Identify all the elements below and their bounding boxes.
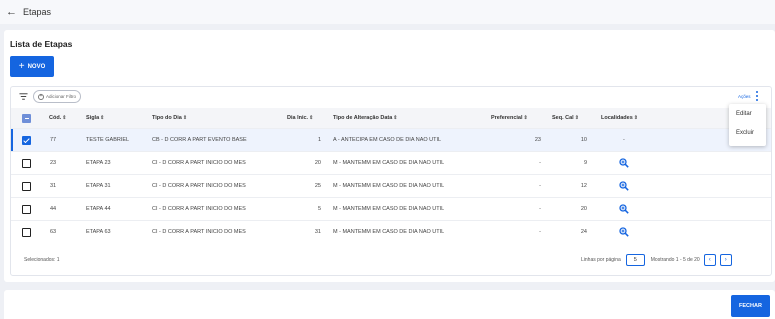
sort-icon: ⇕ xyxy=(62,115,67,121)
cell-preferencial: - xyxy=(539,229,541,235)
plus-icon: + xyxy=(18,60,25,72)
cell-seq-cal: 10 xyxy=(580,137,587,143)
column-header-localidades[interactable]: Localidades⇕ xyxy=(601,115,638,121)
table-row[interactable]: 31 ETAPA 31 CI - D CORR A PART INICIO DO… xyxy=(11,174,771,197)
row-checkbox[interactable] xyxy=(22,205,31,214)
cell-cod: 77 xyxy=(50,137,57,143)
kebab-menu-icon[interactable] xyxy=(755,91,759,101)
add-filter-label: Adicionar Filtro xyxy=(46,94,77,99)
row-checkbox[interactable] xyxy=(22,136,31,145)
cell-tipo-alteracao: M - MANTEMM EM CASO DE DIA NAO UTIL xyxy=(333,160,445,166)
page-title: Etapas xyxy=(23,7,52,17)
selected-count: Selecionados: 1 xyxy=(24,257,60,263)
cell-cod: 23 xyxy=(50,160,57,166)
cell-seq-cal: 24 xyxy=(580,229,587,235)
column-header-cod[interactable]: Cód.⇕ xyxy=(49,115,66,121)
cell-sigla: ETAPA 31 xyxy=(86,183,111,189)
rows-per-page-label: Linhas por página xyxy=(581,256,621,263)
cell-dia-inic: 5 xyxy=(317,206,321,212)
zoom-in-icon[interactable] xyxy=(619,227,629,237)
sort-icon: ⇕ xyxy=(574,115,579,121)
cell-dia-inic: 25 xyxy=(314,183,321,189)
list-card: Lista de Etapas + NOVO + Adicionar Filtr… xyxy=(4,30,775,282)
sort-icon: ⇕ xyxy=(523,115,528,121)
filter-bar: + Adicionar Filtro Ações xyxy=(11,87,771,107)
pagination-range: Mostrando 1 - 5 de 20 xyxy=(650,256,700,263)
cell-preferencial: 23 xyxy=(534,137,541,143)
cell-tipo-dia: CI - D CORR A PART INICIO DO MES xyxy=(152,229,246,235)
cell-tipo-alteracao: M - MANTEMM EM CASO DE DIA NAO UTIL xyxy=(333,206,445,212)
cell-tipo-dia: CI - D CORR A PART INICIO DO MES xyxy=(152,183,246,189)
column-header-tipo-alteracao[interactable]: Tipo de Alteração Data⇕ xyxy=(333,115,398,121)
column-header-seq-cal[interactable]: Seq. Cal⇕ xyxy=(552,115,579,121)
column-header-dia-inic[interactable]: Dia Inic.⇕ xyxy=(287,115,313,121)
filter-icon[interactable] xyxy=(19,92,28,101)
sort-icon: ⇕ xyxy=(309,115,314,121)
cell-cod: 44 xyxy=(50,206,57,212)
cell-preferencial: - xyxy=(539,160,541,166)
pagination: Linhas por página 5 Mostrando 1 - 5 de 2… xyxy=(581,253,732,266)
top-bar: ← Etapas xyxy=(0,0,775,24)
new-button[interactable]: + NOVO xyxy=(10,56,54,77)
row-checkbox[interactable] xyxy=(22,228,31,237)
column-header-sigla[interactable]: Sigla⇕ xyxy=(86,115,104,121)
bottom-bar: FECHAR xyxy=(4,290,775,319)
selected-row-indicator xyxy=(11,129,13,151)
cell-tipo-alteracao: M - MANTEMM EM CASO DE DIA NAO UTIL xyxy=(333,229,445,235)
prev-page-button[interactable]: ‹ xyxy=(703,253,716,266)
cell-tipo-dia: CI - D CORR A PART INICIO DO MES xyxy=(152,160,246,166)
actions-label[interactable]: Ações xyxy=(738,94,751,99)
zoom-in-icon[interactable] xyxy=(619,158,629,168)
cell-preferencial: - xyxy=(539,183,541,189)
cell-cod: 31 xyxy=(50,183,57,189)
add-circle-icon: + xyxy=(38,93,44,100)
actions-menu: Editar Excluir xyxy=(729,104,766,146)
table-row[interactable]: 23 ETAPA 23 CI - D CORR A PART INICIO DO… xyxy=(11,151,771,174)
cell-dia-inic: 20 xyxy=(314,160,321,166)
close-button[interactable]: FECHAR xyxy=(731,295,770,317)
rows-per-page-select[interactable]: 5 xyxy=(625,253,645,266)
data-table: + Adicionar Filtro Ações Cód.⇕ Sigla⇕ Ti… xyxy=(10,86,772,276)
table-row[interactable]: 77 TESTE GABRIEL CB - D CORR A PART EVEN… xyxy=(11,128,771,151)
sort-icon: ⇕ xyxy=(633,115,638,121)
table-row[interactable]: 44 ETAPA 44 CI - D CORR A PART INICIO DO… xyxy=(11,197,771,220)
cell-seq-cal: 12 xyxy=(580,183,587,189)
next-page-button[interactable]: › xyxy=(719,253,732,266)
cell-tipo-dia: CB - D CORR A PART EVENTO BASE xyxy=(152,137,247,143)
cell-tipo-alteracao: A - ANTECIPA EM CASO DE DIA NAO UTIL xyxy=(333,137,442,143)
table-header: Cód.⇕ Sigla⇕ Tipo do Dia⇕ Dia Inic.⇕ Tip… xyxy=(11,108,771,128)
cell-dia-inic: 1 xyxy=(317,137,321,143)
cell-sigla: ETAPA 23 xyxy=(86,160,111,166)
zoom-in-icon[interactable] xyxy=(619,181,629,191)
zoom-in-icon[interactable] xyxy=(619,204,629,214)
row-checkbox[interactable] xyxy=(22,182,31,191)
cell-tipo-dia: CI - D CORR A PART INICIO DO MES xyxy=(152,206,246,212)
menu-item-delete[interactable]: Excluir xyxy=(736,130,754,136)
add-filter-button[interactable]: + Adicionar Filtro xyxy=(33,90,82,103)
list-title: Lista de Etapas xyxy=(10,39,73,49)
column-header-tipo-dia[interactable]: Tipo do Dia⇕ xyxy=(152,115,187,121)
sort-icon: ⇕ xyxy=(182,115,188,121)
new-button-label: NOVO xyxy=(27,63,46,70)
table-row[interactable]: 63 ETAPA 63 CI - D CORR A PART INICIO DO… xyxy=(11,220,771,243)
select-all-checkbox[interactable] xyxy=(22,114,31,123)
column-header-preferencial[interactable]: Preferencial⇕ xyxy=(491,115,528,121)
menu-item-edit[interactable]: Editar xyxy=(736,111,752,117)
sort-icon: ⇕ xyxy=(393,115,398,121)
cell-sigla: TESTE GABRIEL xyxy=(86,137,130,143)
cell-sigla: ETAPA 44 xyxy=(86,206,111,212)
cell-seq-cal: 20 xyxy=(580,206,587,212)
arrow-left-icon[interactable]: ← xyxy=(6,6,17,18)
row-checkbox[interactable] xyxy=(22,159,31,168)
cell-cod: 63 xyxy=(50,229,57,235)
cell-sigla: ETAPA 63 xyxy=(86,229,111,235)
cell-dia-inic: 31 xyxy=(314,229,321,235)
cell-seq-cal: 9 xyxy=(583,160,587,166)
cell-preferencial: - xyxy=(539,206,541,212)
cell-localidades: - xyxy=(623,137,625,143)
sort-icon: ⇕ xyxy=(100,115,105,121)
cell-tipo-alteracao: M - MANTEMM EM CASO DE DIA NAO UTIL xyxy=(333,183,445,189)
